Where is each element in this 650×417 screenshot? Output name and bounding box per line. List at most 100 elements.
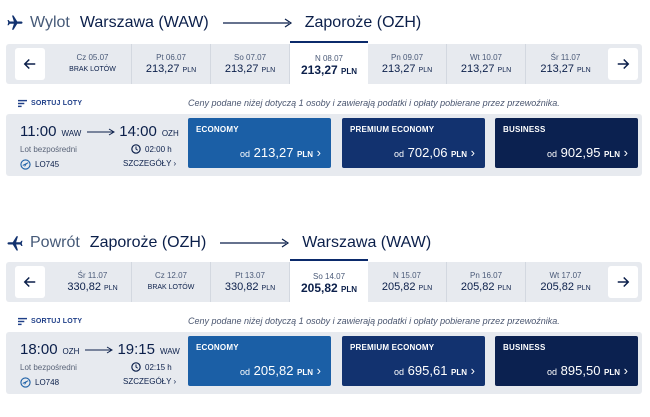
clock-icon [131,362,141,372]
currency-label: PLN [261,67,276,74]
date-option[interactable]: Pt 13.07 330,82 PLN [211,262,290,302]
fare-prefix: od [240,149,251,159]
fare-prefix: od [547,367,558,377]
previous-dates-button[interactable] [15,266,45,298]
fare-prefix: od [394,367,405,377]
plane-departure-icon [7,15,23,30]
sort-icon[interactable] [18,317,27,326]
sort-icon[interactable] [18,99,27,108]
currency-label: PLN [418,285,433,292]
date-price: 205,82 [381,281,416,293]
outbound-route-header: Wylot Warszawa (WAW) Zaporoże (OZH) [6,12,421,34]
long-arrow-icon [222,18,292,28]
date-price: 205,82 [540,281,574,293]
date-price: 213,27 [381,63,416,75]
date-price: 213,27 [224,63,259,75]
next-dates-button[interactable] [608,48,638,80]
date-label: So 07.07 [233,53,267,62]
next-dates-button[interactable] [608,266,638,298]
date-option-selected[interactable]: So 14.07 205,82 PLN [290,259,368,305]
date-option[interactable]: Śr 11.07 330,82 PLN [54,262,132,302]
fare-business-button[interactable]: BUSINESS od 902,95 PLN › [495,118,638,168]
departure-airport: OZH [62,347,80,356]
duration-value: 02:15 h [145,362,172,372]
flight-number-value: LO748 [35,378,60,387]
currency-label: PLN [104,285,118,292]
date-option[interactable]: Pt 06.07 213,27 PLN [132,44,211,84]
currency-label: PLN [341,285,358,294]
flight-details-link[interactable]: SZCZEGÓŁY › [123,377,176,386]
arrow-right-icon [87,128,116,136]
currency-label: PLN [418,67,433,74]
no-flights-label: BRAK LOTÓW [147,284,195,291]
destination-city: Zaporoże (OZH) [304,14,422,31]
sort-flights-button[interactable]: SORTUJ LOTY [31,100,82,107]
date-price: 213,27 [540,63,574,75]
date-label: Śr 11.07 [77,271,108,280]
fare-price: od 695,61 PLN › [394,363,475,378]
date-option[interactable]: Pn 16.07 205,82 PLN [447,262,526,302]
direction-label: Powrót [30,234,80,251]
arrival-airport: WAW [159,347,180,356]
fare-class: ECONOMY [196,125,239,134]
currency-label: PLN [577,67,591,74]
date-option[interactable]: Cz 12.07 BRAK LOTÓW [132,262,211,302]
currency-label: PLN [497,67,512,74]
fare-currency: PLN [451,368,468,377]
details-label: SZCZEGÓŁY [123,159,172,168]
details-label: SZCZEGÓŁY [123,377,172,386]
no-flights-label: BRAK LOTÓW [69,66,116,73]
clock-icon [131,144,141,154]
date-option[interactable]: N 15.07 205,82 PLN [368,262,447,302]
price-notice: Ceny podane niżej dotyczą 1 osoby i zawi… [188,316,560,326]
long-arrow-icon [220,238,290,248]
flight-duration: 02:00 h [131,144,172,154]
date-label: Wt 10.07 [469,53,502,62]
date-option-selected[interactable]: N 08.07 213,27 PLN [290,41,368,87]
flight-type: Lot bezpośredni [20,363,77,372]
fare-amount: 205,82 [253,363,294,378]
date-label: N 15.07 [392,271,422,280]
fare-premium-economy-button[interactable]: PREMIUM ECONOMY od 695,61 PLN › [342,336,485,386]
date-label: Śr 11.07 [550,53,581,62]
destination-city: Warszawa (WAW) [302,234,432,251]
date-label: Cz 05.07 [76,53,109,62]
date-price: 330,82 [224,281,259,293]
duration-value: 02:00 h [145,144,172,154]
origin-city: Warszawa (WAW) [79,14,209,31]
flight-times: 11:00 WAW 14:00 OZH [20,123,179,140]
date-label: Wt 17.07 [549,271,582,280]
fare-business-button[interactable]: BUSINESS od 895,50 PLN › [495,336,638,386]
previous-dates-button[interactable] [15,48,45,80]
fare-price: od 895,50 PLN › [547,363,628,378]
sort-flights-button[interactable]: SORTUJ LOTY [31,318,82,325]
return-date-bar: Śr 11.07 330,82 PLN Cz 12.07 BRAK LOTÓW … [6,259,642,305]
date-option[interactable]: Pn 09.07 213,27 PLN [368,44,447,84]
fare-economy-button[interactable]: ECONOMY od 213,27 PLN › [188,118,331,168]
date-option[interactable]: Wt 17.07 205,82 PLN [526,262,605,302]
fare-currency: PLN [604,150,621,159]
currency-label: PLN [341,67,358,76]
plane-arrival-icon [7,236,23,251]
flight-number: LO745 [20,159,59,170]
fare-amount: 213,27 [253,145,294,160]
fare-prefix: od [394,149,405,159]
fare-premium-economy-button[interactable]: PREMIUM ECONOMY od 702,06 PLN › [342,118,485,168]
origin-city: Zaporoże (OZH) [89,234,207,251]
arrow-left-icon [23,58,36,70]
airline-logo-icon [20,377,31,388]
date-option[interactable]: Śr 11.07 213,27 PLN [526,44,605,84]
date-option[interactable]: So 07.07 213,27 PLN [211,44,290,84]
date-price: 205,82 [460,281,495,293]
direction-label: Wylot [30,14,70,31]
date-option[interactable]: Cz 05.07 BRAK LOTÓW [54,44,132,84]
flight-details-link[interactable]: SZCZEGÓŁY › [123,159,176,168]
fare-amount: 695,61 [407,363,448,378]
sort-row: SORTUJ LOTY Ceny podane niżej dotyczą 1 … [18,314,638,328]
arrow-left-icon [23,276,36,288]
arrival-time: 19:15 [117,341,155,358]
arrow-right-icon [617,58,630,70]
fare-economy-button[interactable]: ECONOMY od 205,82 PLN › [188,336,331,386]
date-option[interactable]: Wt 10.07 213,27 PLN [447,44,526,84]
fare-class: BUSINESS [503,343,546,352]
